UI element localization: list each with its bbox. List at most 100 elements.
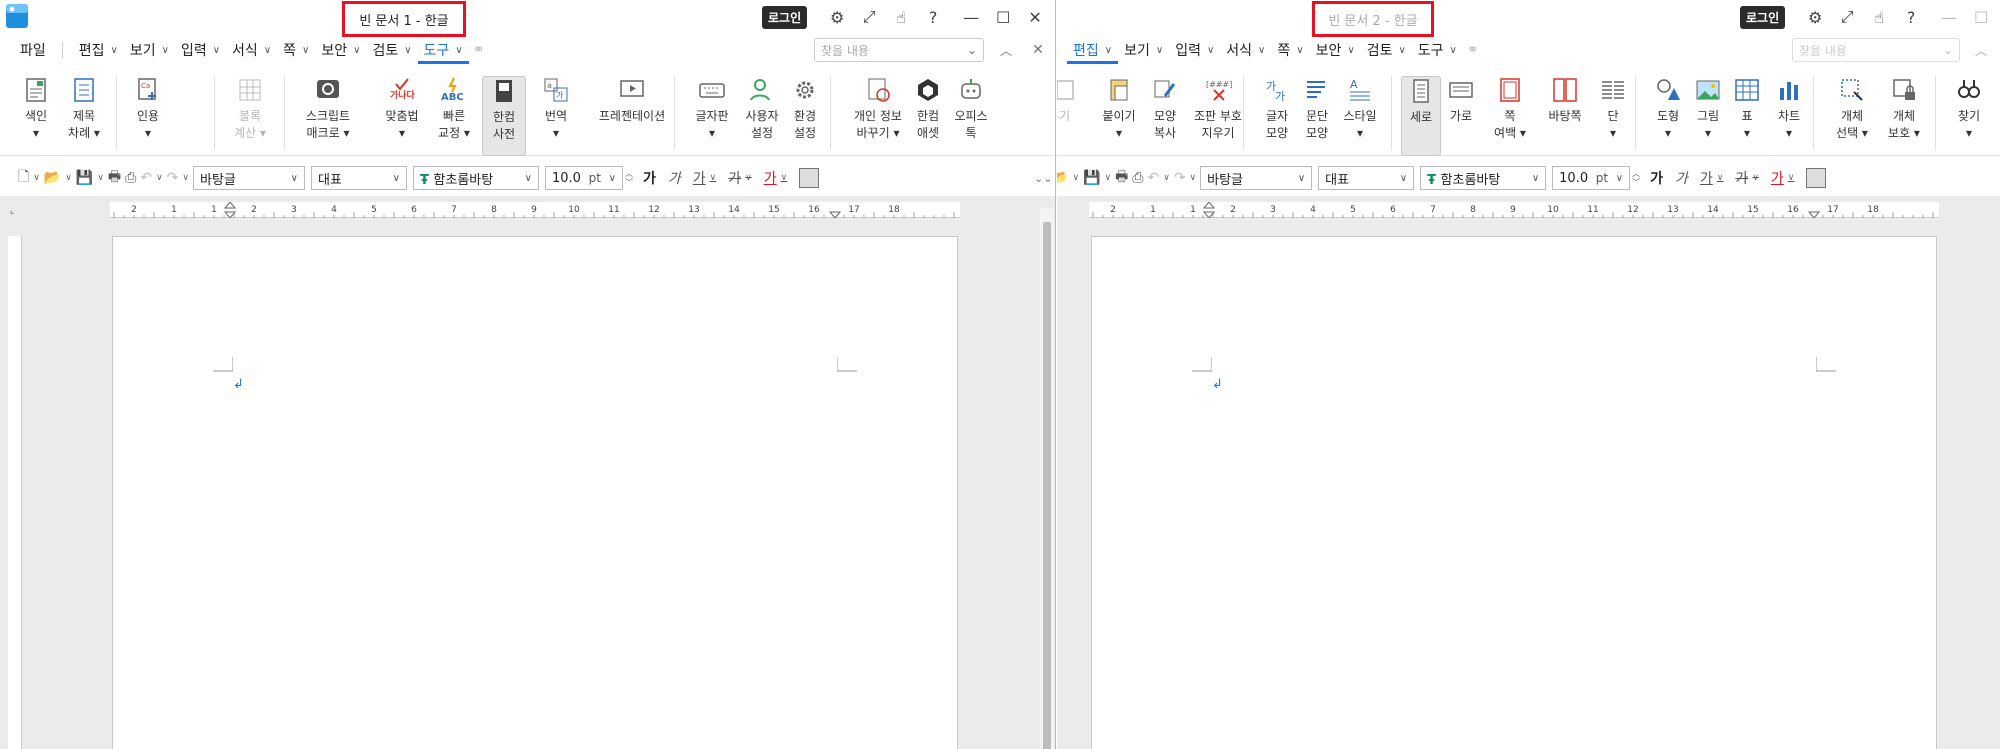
menu-3[interactable]: 입력 ∨	[175, 36, 226, 64]
print-icon[interactable]: 🖶	[108, 166, 121, 190]
ribbon-columns[interactable]: 단 ▾	[1593, 76, 1633, 156]
print-preview-icon[interactable]: ⎙	[125, 166, 136, 190]
menu-7[interactable]: 검토 ∨	[366, 36, 417, 64]
highlight-box-icon[interactable]	[1806, 168, 1827, 188]
horizontal-ruler[interactable]: 2 1 1 2 3 4 5 6 7 8 9 10 11 12 13 14 15 16 17 18	[110, 202, 960, 218]
minimize-icon[interactable]: —	[1933, 3, 1965, 31]
document-page[interactable]: ↲	[112, 236, 958, 749]
ribbon-portrait[interactable]: 세로	[1401, 76, 1441, 156]
expand-icon[interactable]: ⤢	[1831, 3, 1863, 31]
ribbon-cut[interactable]: 오려두기	[1057, 76, 1083, 156]
ribbon-shape[interactable]: 도형 ▾	[1647, 76, 1689, 156]
maximize-icon[interactable]: ☐	[987, 3, 1019, 31]
ribbon-user-settings[interactable]: 사용자 설정	[738, 76, 786, 156]
ribbon-spellcheck[interactable]: 가나다 맞춤법 ▾	[372, 76, 432, 156]
document-page[interactable]: ↲	[1091, 236, 1937, 749]
ribbon-char-shape[interactable]: 가 가 글자 모양	[1255, 76, 1299, 156]
menu-2[interactable]: 보기 ∨	[124, 36, 175, 64]
ribbon-quick-fix[interactable]: ABC 빠른 교정 ▾	[432, 76, 476, 156]
ribbon-para-shape[interactable]: 문단 모양	[1295, 76, 1339, 156]
ribbon-hancom-asset[interactable]: 한컴 애셋	[906, 76, 950, 156]
settings-gear-icon[interactable]: ⚙	[821, 3, 853, 31]
ribbon-toc[interactable]: 제목 차례 ▾	[62, 76, 106, 156]
style-dropdown[interactable]: 바탕글 ∨	[193, 166, 305, 190]
collapse-ribbon-icon[interactable]: ︿	[1965, 36, 1997, 64]
scroll-thumb[interactable]	[1043, 222, 1051, 749]
font-dropdown[interactable]: Ŧ 함초롬바탕 ∨	[1420, 166, 1547, 190]
menu-2[interactable]: 입력 ∨	[1169, 36, 1220, 64]
horizontal-ruler[interactable]: 2 1 1 2 3 4 5 6 7 8 9 10 11 12 13 14 15 16 17 18	[1089, 202, 1939, 218]
find-search-box[interactable]: 찾을 내용 ⌄	[814, 38, 984, 62]
font-dropdown[interactable]: Ŧ 함초롬바탕 ∨	[413, 166, 539, 190]
expand-icon[interactable]: ⤢	[853, 3, 885, 31]
redo-icon[interactable]: ↷ ∨	[1174, 166, 1196, 190]
ribbon-chart[interactable]: 차트 ▾	[1767, 76, 1811, 156]
login-button[interactable]: 로그인	[1740, 5, 1786, 29]
ribbon-object-protect[interactable]: 개체 보호 ▾	[1879, 76, 1929, 156]
font-size-dropdown[interactable]: 10.0 pt ∨	[545, 166, 623, 190]
help-icon[interactable]: ?	[917, 3, 949, 31]
ribbon-pin-icon[interactable]: ⚭	[1467, 42, 1479, 58]
menu-6[interactable]: 검토 ∨	[1361, 36, 1412, 64]
ribbon-pin-icon[interactable]: ⚭	[473, 42, 485, 58]
bold-button[interactable]: 가	[643, 166, 656, 190]
ribbon-hancom-dict[interactable]: 한컴 사전	[482, 76, 526, 156]
menu-4[interactable]: 서식 ∨	[226, 36, 277, 64]
menu-4[interactable]: 쪽 ∨	[1271, 36, 1309, 64]
document-area[interactable]: ⌞ 2 1 1 2 3 4 5 6 7 8 9 10 11 12 13 14 15 16 17 18 ↲	[0, 196, 1055, 749]
open-folder-icon[interactable]: 📂 ∨	[44, 166, 72, 190]
ribbon-personal-info[interactable]: 개인 정보 바꾸기 ▾	[842, 76, 914, 156]
strikethrough-button[interactable]: 가 ∨	[728, 166, 751, 190]
size-stepper[interactable]: ︿ ﹀	[1632, 166, 1640, 190]
ribbon-presentation[interactable]: 프레젠테이션	[590, 76, 674, 156]
help-icon[interactable]: ?	[1895, 3, 1927, 31]
open-folder-icon[interactable]: 📂 ∨	[1057, 166, 1079, 190]
ribbon-env-settings[interactable]: 환경 설정	[784, 76, 826, 156]
ribbon-script-macro[interactable]: 스크립트 매크로 ▾	[298, 76, 358, 156]
minimize-icon[interactable]: —	[955, 3, 987, 31]
menu-3[interactable]: 서식 ∨	[1220, 36, 1271, 64]
ribbon-block-calc[interactable]: 블록 계산 ▾	[228, 76, 272, 156]
underline-button[interactable]: 가 ∨	[693, 166, 716, 190]
ribbon-keyboard[interactable]: 글자판 ▾	[688, 76, 736, 156]
italic-button[interactable]: 가	[668, 166, 681, 190]
print-icon[interactable]: 🖶	[1115, 166, 1128, 190]
style-dropdown[interactable]: 바탕글 ∨	[1200, 166, 1313, 190]
ribbon-landscape[interactable]: 가로	[1441, 76, 1481, 156]
size-stepper[interactable]: ︿ ﹀	[625, 166, 633, 190]
collapse-ribbon-icon[interactable]: ︿	[990, 36, 1022, 64]
chevron-down-icon[interactable]: ⌄	[967, 43, 977, 57]
menu-6[interactable]: 보안 ∨	[315, 36, 366, 64]
highlight-box-icon[interactable]	[799, 168, 820, 188]
menu-8[interactable]: 도구 ∨	[417, 36, 469, 64]
ribbon-picture[interactable]: 그림 ▾	[1687, 76, 1729, 156]
ribbon-style[interactable]: A 스타일 ▾	[1337, 76, 1383, 156]
ribbon-page-margin[interactable]: 쪽 여백 ▾	[1485, 76, 1535, 156]
strikethrough-button[interactable]: 가 ∨	[1735, 166, 1758, 190]
language-dropdown[interactable]: 대표 ∨	[311, 166, 407, 190]
undo-icon[interactable]: ↶ ∨	[1147, 166, 1169, 190]
ribbon-find[interactable]: 찾기 ▾	[1947, 76, 1991, 156]
ribbon-index[interactable]: 색인 ▾	[14, 76, 58, 156]
font-size-dropdown[interactable]: 10.0 pt ∨	[1552, 166, 1631, 190]
menu-1[interactable]: 보기 ∨	[1118, 36, 1169, 64]
menu-5[interactable]: 보안 ∨	[1310, 36, 1361, 64]
ribbon-citation[interactable]: Ca 인용 ▾	[126, 76, 170, 156]
bold-button[interactable]: 가	[1650, 166, 1663, 190]
menu-5[interactable]: 쪽 ∨	[277, 36, 315, 64]
font-color-button[interactable]: 가 ∨	[1771, 166, 1794, 190]
save-icon[interactable]: 💾 ∨	[1083, 166, 1111, 190]
ribbon-background-page[interactable]: 바탕쪽	[1537, 76, 1593, 156]
close-icon[interactable]: ✕	[1019, 3, 1051, 31]
menu-0[interactable]: 편집 ∨	[1067, 36, 1119, 64]
redo-icon[interactable]: ↷ ∨	[167, 166, 189, 190]
touch-hand-icon[interactable]: ☝	[885, 3, 917, 31]
ribbon-paste[interactable]: 붙이기 ▾	[1097, 76, 1141, 156]
login-button[interactable]: 로그인	[762, 5, 808, 29]
underline-button[interactable]: 가 ∨	[1700, 166, 1723, 190]
touch-hand-icon[interactable]: ☝	[1863, 3, 1895, 31]
font-color-button[interactable]: 가 ∨	[764, 166, 787, 190]
ribbon-translate[interactable]: a 가 번역 ▾	[534, 76, 578, 156]
settings-gear-icon[interactable]: ⚙	[1799, 3, 1831, 31]
close-doc-icon[interactable]: ✕	[1022, 36, 1054, 64]
